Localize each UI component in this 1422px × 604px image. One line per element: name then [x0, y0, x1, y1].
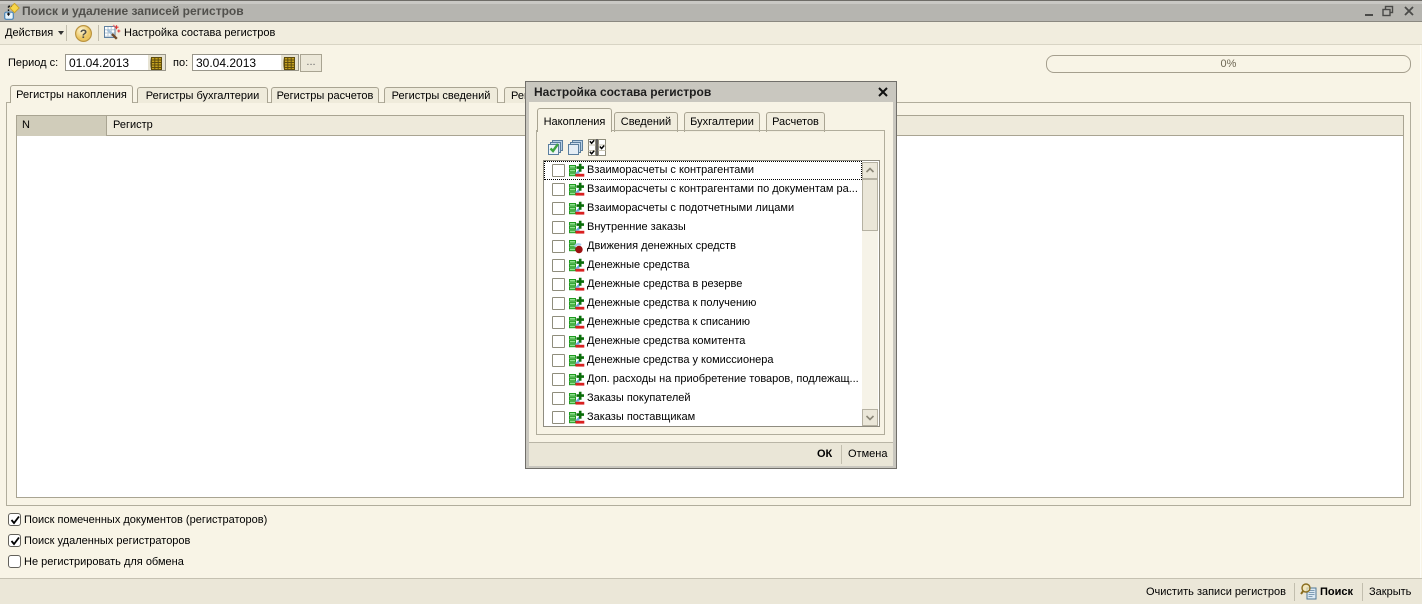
svg-text:?: ?	[80, 27, 87, 41]
